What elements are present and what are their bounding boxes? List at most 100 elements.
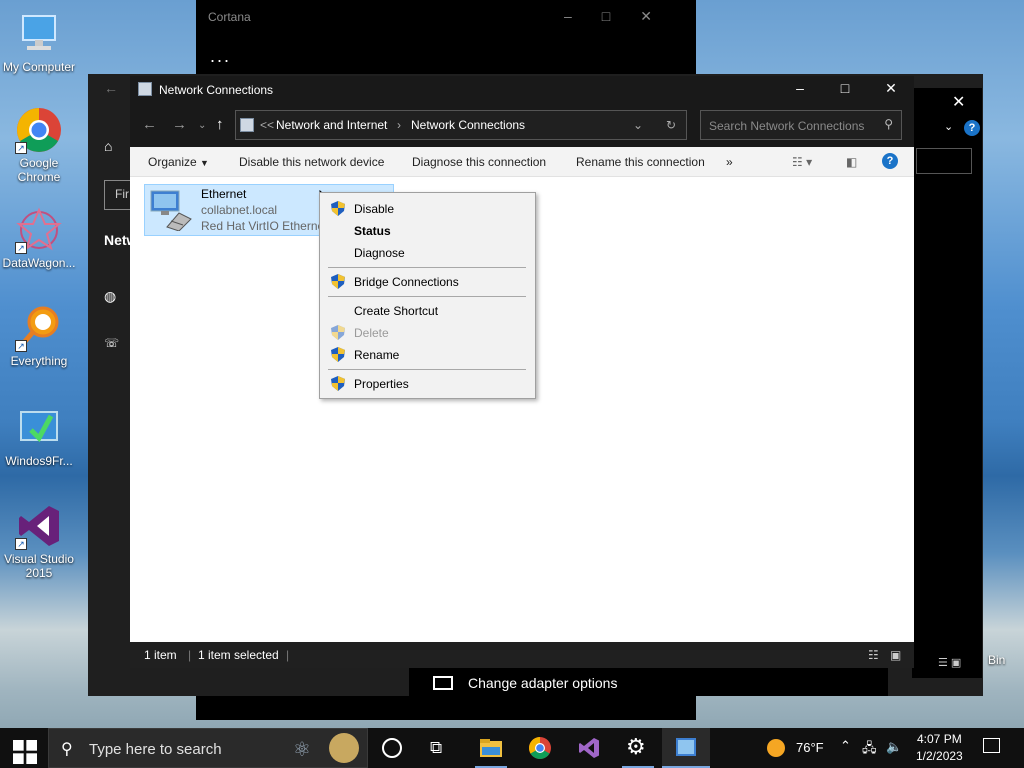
more-commands-button[interactable]: » — [726, 155, 733, 169]
connection-adapter: Red Hat VirtIO Ethernet — [201, 219, 321, 233]
clock-time[interactable]: 4:07 PM — [917, 732, 962, 746]
disable-device-button[interactable]: Disable this network device — [239, 155, 384, 169]
desktop-icon-everything[interactable]: ↗ Everything — [0, 304, 78, 368]
change-adapter-options-link[interactable]: Change adapter options — [409, 668, 888, 696]
visual-studio-icon[interactable] — [577, 736, 601, 760]
close-button[interactable]: ✕ — [868, 80, 914, 97]
chevron-down-icon[interactable]: ⌄ — [633, 118, 643, 132]
dialup-icon[interactable]: ☏ — [104, 336, 119, 350]
help-icon[interactable]: ? — [882, 153, 898, 169]
file-explorer-icon[interactable] — [479, 736, 503, 760]
details-view-icon[interactable]: ☷ — [868, 648, 879, 662]
volume-icon[interactable]: 🔈 — [886, 739, 902, 755]
recycle-bin-label[interactable]: Bin — [988, 653, 1005, 667]
desktop-icon-datawagon[interactable]: ↗ DataWagon... — [0, 206, 78, 270]
refresh-icon[interactable]: ↻ — [666, 118, 676, 132]
menu-separator — [328, 267, 526, 268]
windows-start-icon[interactable] — [13, 740, 37, 764]
installer-icon — [15, 404, 63, 452]
maximize-button[interactable]: □ — [822, 80, 868, 96]
more-icon[interactable]: ... — [210, 46, 231, 67]
recent-chevron-icon[interactable]: ⌄ — [198, 120, 206, 131]
atom-icon: ⚛ — [293, 739, 311, 761]
background-search-box[interactable] — [916, 148, 972, 174]
desktop-icon-label: My Computer — [2, 60, 76, 74]
datawagon-icon: ↗ — [15, 206, 63, 254]
address-toolbar: ← → ⌄ ↑ << Network and Internet › Networ… — [130, 108, 914, 142]
status-divider: | — [188, 648, 192, 662]
window-title: Network Connections — [159, 83, 274, 97]
menu-item-create-shortcut[interactable]: Create Shortcut — [354, 304, 438, 318]
close-icon[interactable]: ✕ — [952, 92, 965, 112]
help-icon[interactable]: ? — [964, 120, 980, 136]
settings-gear-icon[interactable]: ⚙ — [626, 734, 650, 759]
minimize-button[interactable]: – — [777, 80, 823, 96]
notifications-icon[interactable] — [983, 738, 1000, 753]
diagnose-connection-button[interactable]: Diagnose this connection — [412, 155, 546, 169]
desktop-icon-visual-studio[interactable]: ↗ Visual Studio 2015 — [0, 502, 78, 580]
desktop-icon-chrome[interactable]: ↗ Google Chrome — [0, 106, 78, 184]
menu-item-rename[interactable]: Rename — [354, 348, 399, 362]
search-icon: ⚲ — [61, 741, 73, 758]
menu-item-bridge-connections[interactable]: Bridge Connections — [354, 275, 459, 289]
chevron-down-icon[interactable]: ⌄ — [944, 120, 953, 133]
globe-icon[interactable]: ◍ — [104, 288, 116, 305]
uac-shield-icon — [331, 274, 345, 289]
taskbar: ⚲ Type here to search ⚛ ⧉ ⚙ 76°F ⌃ 🖧 🔈 4… — [0, 728, 1024, 768]
network-connections-taskbar-button[interactable] — [662, 728, 710, 768]
desktop-icon-label: Everything — [10, 354, 68, 368]
shortcut-arrow-icon: ↗ — [15, 242, 27, 254]
chevron-up-icon[interactable]: ⌃ — [840, 738, 851, 754]
network-tray-icon[interactable]: 🖧 — [862, 739, 877, 761]
search-box[interactable]: ⚲ — [700, 110, 902, 140]
menu-item-disable[interactable]: Disable — [354, 202, 394, 216]
monitor-icon — [15, 10, 63, 58]
menu-item-properties[interactable]: Properties — [354, 377, 409, 391]
network-folder-icon — [138, 82, 152, 96]
menu-separator — [328, 296, 526, 297]
breadcrumb-network-and-internet[interactable]: Network and Internet — [276, 118, 387, 132]
menu-separator — [328, 369, 526, 370]
desktop-icon-label: Windos9Fr... — [5, 454, 73, 468]
view-options-icon[interactable]: ☷ ▾ — [792, 155, 812, 169]
home-icon[interactable]: ⌂ — [104, 138, 112, 154]
weather-sun-icon[interactable] — [767, 739, 785, 757]
chrome-icon[interactable] — [528, 736, 552, 760]
search-icon[interactable]: ⚲ — [884, 117, 893, 131]
preview-pane-icon[interactable]: ◧ — [846, 155, 857, 169]
breadcrumb-separator-icon: › — [397, 118, 401, 132]
breadcrumb-network-connections[interactable]: Network Connections — [411, 118, 525, 132]
desktop-icon-windos9fr[interactable]: Windos9Fr... — [0, 404, 78, 468]
cortana-window-controls[interactable]: –□✕ — [564, 8, 682, 25]
organize-label: Organize — [148, 155, 197, 169]
chrome-icon: ↗ — [15, 106, 63, 154]
desktop-icon-label: Visual Studio 2015 — [4, 552, 74, 580]
desktop-icon-my-computer[interactable]: My Computer — [0, 10, 78, 74]
taskbar-search-box[interactable]: ⚲ Type here to search ⚛ — [48, 728, 368, 768]
view-toggle-icons[interactable]: ☰ ▣ — [938, 656, 961, 669]
back-arrow-icon[interactable]: ← — [104, 80, 118, 96]
menu-item-diagnose[interactable]: Diagnose — [354, 246, 405, 260]
organize-button[interactable]: Organize ▼ — [148, 155, 209, 169]
breadcrumb-overflow[interactable]: << — [260, 118, 274, 132]
forward-arrow-icon[interactable]: → — [172, 116, 187, 133]
address-bar[interactable]: << Network and Internet › Network Connec… — [235, 110, 687, 140]
uac-shield-icon — [331, 347, 345, 362]
status-bar: 1 item | 1 item selected | ☷ ▣ — [130, 642, 914, 668]
connection-domain: collabnet.local — [201, 203, 278, 217]
rename-connection-button[interactable]: Rename this connection — [576, 155, 705, 169]
item-count: 1 item — [144, 648, 177, 662]
title-bar[interactable]: Network Connections – □ ✕ — [130, 76, 914, 104]
clock-date[interactable]: 1/2/2023 — [916, 749, 963, 763]
cortana-circle-icon[interactable] — [382, 738, 402, 758]
weather-temperature[interactable]: 76°F — [796, 740, 824, 755]
command-bar: Organize ▼ Disable this network device D… — [130, 147, 914, 177]
task-view-icon[interactable]: ⧉ — [430, 738, 454, 762]
cortana-title: Cortana — [208, 10, 251, 24]
up-arrow-icon[interactable]: ↑ — [216, 116, 224, 133]
tiles-view-icon[interactable]: ▣ — [890, 648, 901, 662]
menu-item-status[interactable]: Status — [354, 224, 391, 238]
back-arrow-icon[interactable]: ← — [142, 116, 157, 133]
search-input[interactable] — [709, 117, 869, 135]
network-connections-icon — [676, 738, 696, 756]
